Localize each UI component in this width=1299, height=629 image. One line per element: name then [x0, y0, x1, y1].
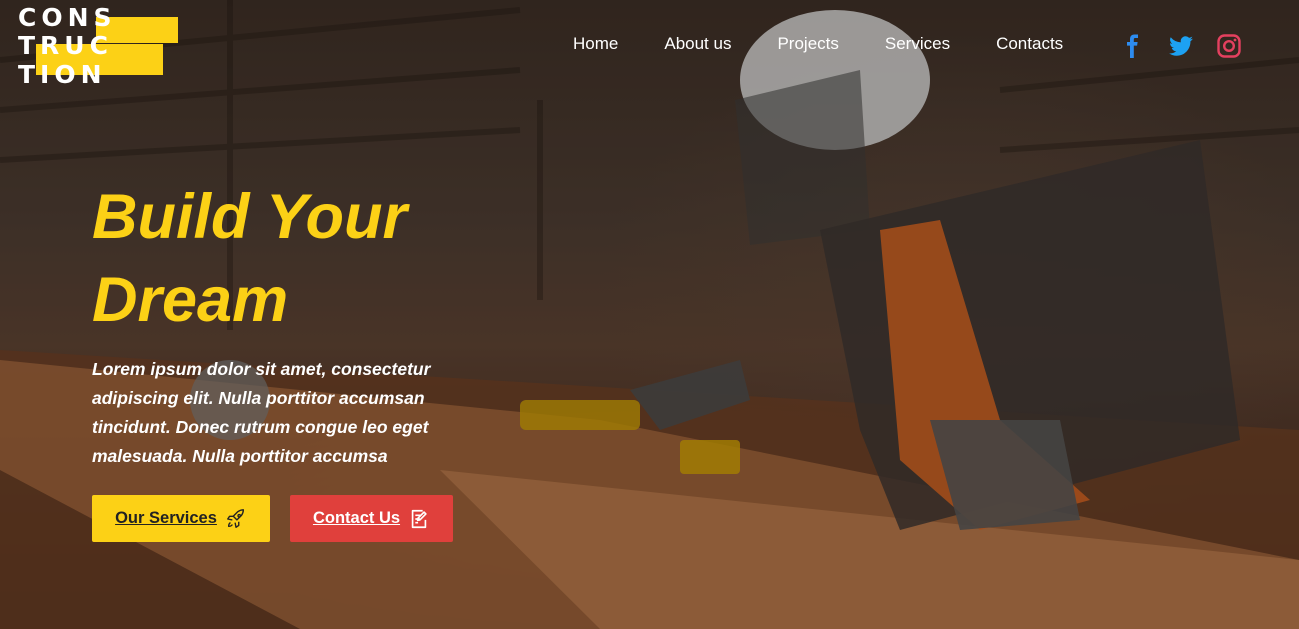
hero-description: Lorem ipsum dolor sit amet, consectetur …	[92, 359, 431, 466]
instagram-icon[interactable]	[1216, 33, 1242, 59]
nav-item-services[interactable]: Services	[885, 34, 950, 54]
edit-note-icon	[411, 509, 427, 528]
nav-item-about[interactable]: About us	[664, 34, 731, 54]
headline-line: Build Your	[92, 182, 407, 252]
logo-text-line: TION	[18, 60, 107, 89]
headline-line: Dream	[92, 265, 289, 335]
brand-logo[interactable]: CONS TRUC TION	[18, 3, 178, 89]
logo-text-line: CONS	[18, 3, 117, 32]
our-services-label: Our Services	[115, 509, 217, 527]
twitter-icon[interactable]	[1168, 33, 1194, 59]
contact-us-button[interactable]: Contact Us	[290, 495, 453, 542]
facebook-icon[interactable]	[1120, 33, 1146, 59]
main-nav: Home About us Projects Services Contacts	[573, 34, 1109, 54]
hero-headline: Build Your Dream	[92, 176, 407, 342]
contact-us-label: Contact Us	[312, 509, 401, 527]
hero-section: CONS TRUC TION Home About us Projects Se…	[0, 0, 1299, 629]
rocket-icon	[226, 508, 244, 528]
our-services-button[interactable]: Our Services	[92, 495, 270, 542]
nav-item-projects[interactable]: Projects	[777, 34, 838, 54]
logo-text-line: TRUC	[18, 31, 113, 60]
nav-item-contacts[interactable]: Contacts	[996, 34, 1063, 54]
nav-item-home[interactable]: Home	[573, 34, 618, 54]
social-links	[1120, 33, 1242, 59]
